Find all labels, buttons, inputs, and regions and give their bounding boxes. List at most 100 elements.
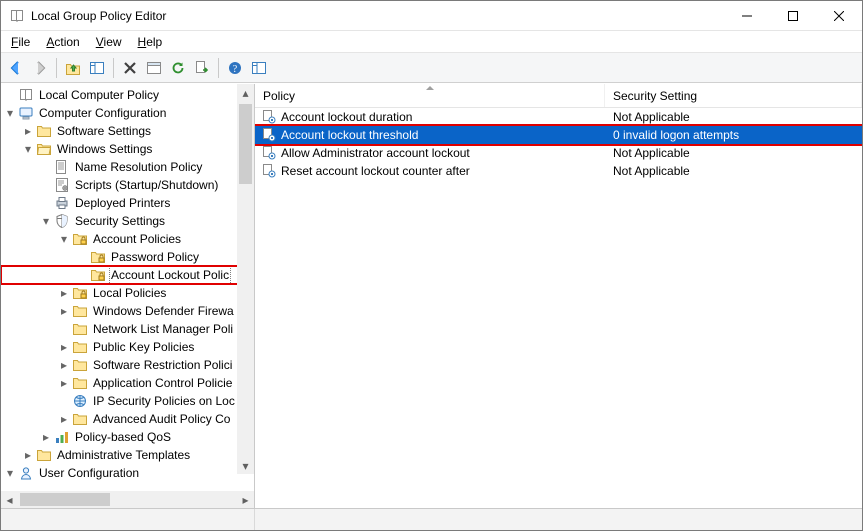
tree-password-policy[interactable]: ▸Password Policy (1, 248, 254, 266)
expander-icon[interactable]: ▸ (21, 124, 35, 138)
column-label: Policy (263, 89, 295, 103)
tree-policy-based-qos[interactable]: ▸Policy-based QoS (1, 428, 254, 446)
scroll-down-icon[interactable]: ▾ (237, 457, 254, 474)
tree-pane: ▾Local Computer Policy ▾Computer Configu… (1, 84, 255, 508)
tree-account-policies[interactable]: ▾ Account Policies (1, 230, 254, 248)
extended-view-icon (251, 60, 267, 76)
extended-view-button[interactable] (248, 57, 270, 79)
refresh-button[interactable] (167, 57, 189, 79)
list-row[interactable]: Account lockout durationNot Applicable (255, 108, 862, 126)
content-area: ▾Local Computer Policy ▾Computer Configu… (1, 83, 862, 508)
forward-button[interactable] (29, 57, 51, 79)
list-row[interactable]: Reset account lockout counter after Not A… (255, 162, 862, 180)
scroll-thumb[interactable] (239, 104, 252, 184)
expander-icon[interactable]: ▸ (57, 412, 71, 426)
horizontal-scrollbar[interactable]: ◂ ▸ (1, 491, 254, 508)
tree-label: Local Computer Policy (37, 86, 161, 104)
show-hide-tree-button[interactable] (86, 57, 108, 79)
tree-software-restriction-policies[interactable]: ▸Software Restriction Polici (1, 356, 254, 374)
tree-security-settings[interactable]: ▾Security Settings (1, 212, 254, 230)
tree[interactable]: ▾Local Computer Policy ▾Computer Configu… (1, 84, 254, 484)
menu-view[interactable]: View (90, 33, 128, 51)
toolbar-separator (56, 58, 57, 78)
expander-icon[interactable]: ▸ (21, 448, 35, 462)
folder-locked-icon (72, 285, 88, 301)
globe-icon (72, 393, 88, 409)
tree-public-key-policies[interactable]: ▸Public Key Policies (1, 338, 254, 356)
tree-user-configuration[interactable]: ▾User Configuration (1, 464, 254, 482)
tree-local-policies[interactable]: ▸Local Policies (1, 284, 254, 302)
tree-network-list-manager[interactable]: ▸Network List Manager Poli (1, 320, 254, 338)
up-folder-icon (65, 60, 81, 76)
expander-icon[interactable]: ▾ (39, 214, 53, 228)
tree-label: Network List Manager Poli (91, 320, 235, 338)
tree-label: Administrative Templates (55, 446, 192, 464)
expander-icon[interactable]: ▾ (21, 142, 35, 156)
tree-ip-security-policies[interactable]: ▸IP Security Policies on Loc (1, 392, 254, 410)
cell-policy-label: Account lockout threshold (281, 128, 418, 142)
folder-icon (72, 321, 88, 337)
folder-locked-icon (90, 267, 106, 283)
column-policy[interactable]: Policy (255, 84, 605, 107)
cell-policy: Reset account lockout counter after (255, 163, 605, 179)
help-button[interactable] (224, 57, 246, 79)
tree-administrative-templates[interactable]: ▸ Administrative Templates (1, 446, 254, 464)
properties-icon (146, 60, 162, 76)
tree-name-resolution-policy[interactable]: ▸Name Resolution Policy (1, 158, 254, 176)
cell-policy-label: Account lockout duration (281, 110, 412, 124)
tree-label: Scripts (Startup/Shutdown) (73, 176, 220, 194)
scroll-up-icon[interactable]: ▴ (237, 84, 254, 101)
window-title: Local Group Policy Editor (31, 9, 166, 23)
panes-icon (89, 60, 105, 76)
column-security-setting[interactable]: Security Setting (605, 84, 862, 107)
up-button[interactable] (62, 57, 84, 79)
back-button[interactable] (5, 57, 27, 79)
menu-file[interactable]: File (5, 33, 36, 51)
policy-item-icon (261, 127, 277, 143)
list-pane: Policy Security Setting Account lockout … (255, 84, 862, 508)
delete-button[interactable] (119, 57, 141, 79)
tree-software-settings[interactable]: ▸Software Settings (1, 122, 254, 140)
scroll-left-icon[interactable]: ◂ (1, 493, 18, 507)
policy-item-icon (261, 109, 277, 125)
scroll-right-icon[interactable]: ▸ (237, 493, 254, 507)
expander-icon[interactable]: ▾ (3, 466, 17, 480)
statusbar (1, 508, 862, 530)
export-list-button[interactable] (191, 57, 213, 79)
minimize-button[interactable] (724, 1, 770, 31)
tree-account-lockout-policy[interactable]: ▸Account Lockout Polic (1, 266, 254, 284)
expander-icon[interactable]: ▸ (57, 304, 71, 318)
tree-application-control-policies[interactable]: ▸Application Control Policie (1, 374, 254, 392)
folder-open-icon (36, 141, 52, 157)
tree-scripts[interactable]: ▸Scripts (Startup/Shutdown) (1, 176, 254, 194)
expander-icon[interactable]: ▸ (57, 376, 71, 390)
properties-button[interactable] (143, 57, 165, 79)
expander-icon[interactable]: ▸ (57, 340, 71, 354)
tree-label: Account Policies (91, 230, 183, 248)
folder-locked-icon (72, 231, 88, 247)
tree-label: Account Lockout Polic (109, 265, 231, 285)
expander-icon[interactable]: ▸ (57, 358, 71, 372)
maximize-button[interactable] (770, 1, 816, 31)
menu-action[interactable]: Action (40, 33, 85, 51)
folder-icon (72, 375, 88, 391)
close-button[interactable] (816, 1, 862, 31)
list-row[interactable]: Account lockout threshold0 invalid logon… (255, 126, 862, 144)
expander-icon[interactable]: ▾ (57, 232, 71, 246)
list-row[interactable]: Allow Administrator account lockoutNot A… (255, 144, 862, 162)
expander-icon[interactable]: ▸ (39, 430, 53, 444)
tree-windows-defender-firewall[interactable]: ▸Windows Defender Firewa (1, 302, 254, 320)
scroll-thumb[interactable] (20, 493, 110, 506)
menu-help[interactable]: Help (132, 33, 169, 51)
tree-deployed-printers[interactable]: ▸Deployed Printers (1, 194, 254, 212)
tree-label: Advanced Audit Policy Co (91, 410, 232, 428)
tree-advanced-audit-policy[interactable]: ▸ Advanced Audit Policy Co (1, 410, 254, 428)
cell-security-label: Not Applicable (613, 164, 690, 178)
vertical-scrollbar[interactable]: ▴ ▾ (237, 84, 254, 474)
expander-icon[interactable]: ▸ (57, 286, 71, 300)
expander-icon[interactable]: ▾ (3, 106, 17, 120)
list-body[interactable]: Account lockout durationNot ApplicableAc… (255, 108, 862, 508)
tree-windows-settings[interactable]: ▾Windows Settings (1, 140, 254, 158)
tree-computer-configuration[interactable]: ▾Computer Configuration (1, 104, 254, 122)
tree-root[interactable]: ▾Local Computer Policy (1, 86, 254, 104)
